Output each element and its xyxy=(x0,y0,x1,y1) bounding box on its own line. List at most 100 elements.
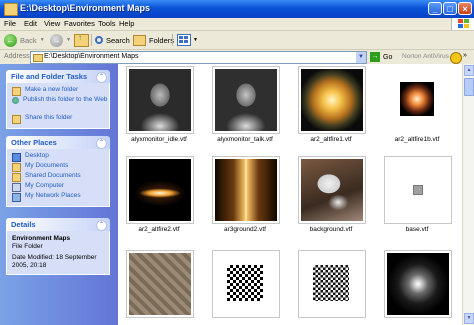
details-header[interactable]: Details ⌃ xyxy=(6,218,110,231)
views-button[interactable]: ▼ xyxy=(177,33,198,47)
file-item[interactable]: ar3ground2.vtf xyxy=(206,156,284,238)
file-name: ar2_altfire1b.vtf xyxy=(394,136,440,143)
menu-favorites[interactable]: Favorites xyxy=(64,19,95,28)
search-label: Search xyxy=(106,35,130,45)
thumbnail xyxy=(298,66,366,134)
panel-title: File and Folder Tasks xyxy=(11,72,88,81)
address-dropdown-button[interactable]: ▼ xyxy=(356,52,366,63)
file-name: background.vtf xyxy=(309,226,353,233)
collapse-icon[interactable]: ⌃ xyxy=(96,220,107,231)
flare-image xyxy=(129,159,191,221)
file-name: alyxmonitor_idle.vtf xyxy=(131,136,187,143)
place-my-computer[interactable]: My Computer xyxy=(7,182,109,192)
task-label: Publish this folder to the Web xyxy=(23,96,108,103)
desktop-icon xyxy=(12,153,21,162)
task-pane: File and Folder Tasks ⌃ Make a new folde… xyxy=(0,64,118,325)
task-publish-folder[interactable]: Publish this folder to the Web xyxy=(7,96,109,114)
file-name: ar3ground2.vtf xyxy=(224,226,266,233)
vertical-scrollbar[interactable]: ▲ ▼ xyxy=(462,64,474,325)
menu-help[interactable]: Help xyxy=(119,19,134,28)
window-title: E:\Desktop\Environment Maps xyxy=(20,3,151,13)
place-my-network-places[interactable]: My Network Places xyxy=(7,192,109,202)
minimize-button[interactable]: _ xyxy=(428,2,442,15)
file-item[interactable] xyxy=(292,250,370,325)
forward-button[interactable]: → ▼ xyxy=(50,33,71,47)
up-folder-button[interactable]: ↑ xyxy=(74,33,89,47)
address-path: E:\Desktop\Environment Maps xyxy=(44,53,139,60)
menu-edit[interactable]: Edit xyxy=(24,19,37,28)
computer-icon xyxy=(12,183,21,192)
place-label: My Computer xyxy=(25,182,65,189)
toolbar: ← Back ▼ → ▼ ↑ Search Folders ▼ xyxy=(0,31,474,50)
file-view: alyxmonitor_idle.vtf alyxmonitor_talk.vt… xyxy=(118,64,462,325)
collapse-icon[interactable]: ⌃ xyxy=(96,72,107,83)
file-name: ar2_altfire2.vtf xyxy=(138,226,180,233)
thumbnail xyxy=(126,66,194,134)
menu-bar: File Edit View Favorites Tools Help xyxy=(0,18,474,31)
go-button[interactable]: → Go xyxy=(370,52,392,62)
title-bar[interactable]: E:\Desktop\Environment Maps _ □ × xyxy=(0,0,474,18)
face-image xyxy=(215,69,277,131)
file-folder-tasks-header[interactable]: File and Folder Tasks ⌃ xyxy=(6,70,110,83)
address-input[interactable]: E:\Desktop\Environment Maps ▼ xyxy=(30,51,367,64)
thumbnail xyxy=(212,66,280,134)
file-item[interactable]: alyxmonitor_idle.vtf xyxy=(120,66,198,148)
new-folder-icon xyxy=(12,87,21,96)
details-type: File Folder xyxy=(12,243,43,250)
close-button[interactable]: × xyxy=(458,2,472,15)
glow-image xyxy=(400,82,434,116)
folders-button[interactable]: Folders xyxy=(133,33,174,47)
place-shared-documents[interactable]: Shared Documents xyxy=(7,172,109,182)
scroll-thumb[interactable] xyxy=(464,78,474,96)
beam-image xyxy=(215,159,277,221)
place-desktop[interactable]: Desktop xyxy=(7,152,109,162)
thumbnail xyxy=(212,250,280,318)
menu-tools[interactable]: Tools xyxy=(98,19,116,28)
search-button[interactable]: Search xyxy=(95,33,130,47)
file-item[interactable]: ar2_altfire1b.vtf xyxy=(378,66,456,148)
globe-icon xyxy=(12,97,19,104)
place-label: My Network Places xyxy=(25,192,81,199)
menu-view[interactable]: View xyxy=(44,19,60,28)
details-modified: Date Modified: 18 September 2005, 20:18 xyxy=(12,254,97,269)
noise-image xyxy=(227,265,263,301)
details-name: Environment Maps xyxy=(12,235,71,242)
task-label: Make a new folder xyxy=(25,86,79,93)
folder-icon xyxy=(12,163,21,172)
cat-image xyxy=(301,159,363,221)
noise-image xyxy=(313,265,349,301)
file-item[interactable]: background.vtf xyxy=(292,156,370,238)
file-name: alyxmonitor_talk.vtf xyxy=(217,136,273,143)
collapse-icon[interactable]: ⌃ xyxy=(96,138,107,149)
file-item[interactable]: alyxmonitor_talk.vtf xyxy=(206,66,284,148)
file-item[interactable] xyxy=(120,250,198,325)
scroll-down-button[interactable]: ▼ xyxy=(464,313,474,324)
back-button[interactable]: ← Back ▼ xyxy=(4,33,45,47)
chevron-right-icon[interactable]: » xyxy=(463,52,467,59)
task-share-folder[interactable]: Share this folder xyxy=(7,114,109,124)
starburst-image xyxy=(387,253,449,315)
file-item[interactable]: base.vtf xyxy=(378,156,456,238)
norton-icon[interactable] xyxy=(450,52,462,64)
panel-title: Other Places xyxy=(11,138,57,147)
scroll-up-button[interactable]: ▲ xyxy=(464,65,474,76)
task-make-new-folder[interactable]: Make a new folder xyxy=(7,86,109,96)
menu-file[interactable]: File xyxy=(4,19,16,28)
file-item[interactable]: ar2_altfire2.vtf xyxy=(120,156,198,238)
file-item[interactable] xyxy=(206,250,284,325)
maximize-button[interactable]: □ xyxy=(443,2,457,15)
file-item[interactable]: ar2_altfire1.vtf xyxy=(292,66,370,148)
place-label: Shared Documents xyxy=(25,172,81,179)
place-my-documents[interactable]: My Documents xyxy=(7,162,109,172)
norton-antivirus-label[interactable]: Norton AntiVirus xyxy=(402,53,449,60)
address-label: Address xyxy=(4,53,30,60)
other-places-header[interactable]: Other Places ⌃ xyxy=(6,136,110,149)
energy-sphere-image xyxy=(301,69,363,131)
explorer-window: E:\Desktop\Environment Maps _ □ × File E… xyxy=(0,0,474,325)
address-bar: Address E:\Desktop\Environment Maps ▼ → … xyxy=(0,50,474,64)
back-label: Back xyxy=(20,35,37,45)
file-item[interactable] xyxy=(378,250,456,325)
network-icon xyxy=(12,193,21,202)
chevron-down-icon: ▼ xyxy=(39,37,45,43)
up-folder-icon: ↑ xyxy=(74,33,89,47)
